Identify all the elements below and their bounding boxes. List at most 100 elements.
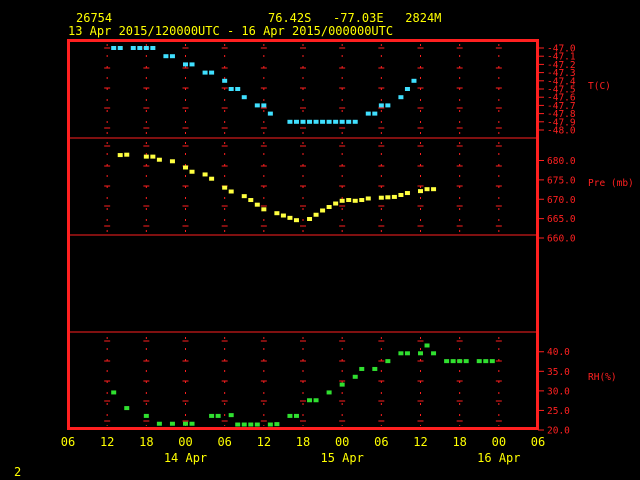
panel-title: RH(%) (588, 372, 617, 383)
data-point (228, 413, 234, 418)
data-point (215, 413, 221, 418)
data-point (261, 103, 267, 108)
x-tick-label: 12 (100, 435, 114, 449)
data-point (163, 54, 169, 59)
data-point (117, 153, 123, 158)
data-point (326, 119, 332, 124)
data-point (267, 422, 273, 427)
day-label: 14 Apr (164, 451, 207, 465)
data-point (489, 359, 495, 364)
data-point (287, 119, 293, 124)
data-point (254, 103, 260, 108)
y-tick-label: -48.0 (547, 126, 576, 137)
data-point (124, 152, 130, 157)
data-point (222, 78, 228, 83)
data-point (293, 413, 299, 418)
data-point (293, 218, 299, 223)
x-tick-label: 00 (335, 435, 349, 449)
data-point (209, 70, 215, 75)
data-point (431, 187, 437, 192)
data-point (339, 198, 345, 203)
data-point (320, 119, 326, 124)
data-point (411, 78, 417, 83)
y-tick-label: 25.0 (547, 406, 570, 417)
data-point (463, 359, 469, 364)
data-point (476, 359, 482, 364)
data-point (156, 421, 162, 426)
y-tick-label: 675.0 (547, 175, 576, 186)
data-point (398, 95, 404, 100)
data-point (320, 208, 326, 213)
data-point (424, 343, 430, 348)
data-point (202, 172, 208, 177)
data-point (359, 198, 365, 203)
time-range: 13 Apr 2015/120000UTC - 16 Apr 2015/0000… (68, 24, 393, 38)
x-tick-label: 18 (139, 435, 153, 449)
data-point (189, 421, 195, 426)
x-tick-label: 18 (296, 435, 310, 449)
data-point (130, 46, 136, 50)
y-tick-label: 35.0 (547, 367, 570, 378)
data-point (235, 87, 241, 91)
data-point (365, 111, 371, 116)
y-tick-label: 670.0 (547, 195, 576, 206)
data-point (280, 213, 286, 218)
data-point (431, 351, 437, 356)
data-point (183, 165, 188, 170)
data-point (274, 422, 280, 427)
data-point (424, 187, 430, 192)
data-point (117, 46, 123, 50)
data-point (339, 119, 345, 124)
page-number: 2 (14, 465, 21, 479)
data-point (241, 194, 247, 199)
data-point (143, 413, 149, 418)
data-point (313, 398, 319, 403)
data-point (307, 398, 313, 403)
data-point (313, 212, 319, 217)
data-point (169, 159, 175, 164)
meteogram-chart: 26754 76.42S -77.03E 2824M 13 Apr 2015/1… (0, 0, 640, 480)
data-point (248, 198, 254, 203)
data-point (450, 359, 456, 364)
data-point (261, 207, 267, 212)
data-point (339, 382, 345, 387)
x-tick-label: 06 (374, 435, 388, 449)
data-point (307, 217, 313, 222)
chart-background (0, 0, 640, 480)
data-point (169, 54, 175, 59)
station-id: 26754 (76, 11, 112, 25)
data-point (287, 413, 293, 418)
data-point (398, 351, 404, 356)
data-point (183, 421, 188, 426)
data-point (300, 119, 306, 124)
y-tick-label: 660.0 (547, 234, 576, 245)
data-point (189, 169, 195, 174)
data-point (404, 87, 410, 91)
data-point (228, 87, 234, 91)
data-point (333, 201, 339, 206)
x-tick-label: 12 (413, 435, 427, 449)
y-tick-label: 665.0 (547, 214, 576, 225)
data-point (313, 119, 319, 124)
data-point (352, 119, 358, 124)
data-point (352, 374, 358, 379)
data-point (378, 103, 384, 108)
data-point (444, 359, 450, 364)
x-tick-label: 12 (257, 435, 271, 449)
station-location: 76.42S -77.03E 2824M (268, 11, 441, 25)
data-point (418, 351, 423, 356)
data-point (150, 46, 156, 50)
panel-title: Pre (mb) (588, 178, 634, 189)
data-point (404, 191, 410, 196)
data-point (391, 194, 397, 199)
data-point (222, 185, 228, 190)
data-point (189, 62, 195, 67)
x-tick-label: 06 (61, 435, 75, 449)
data-point (241, 422, 247, 427)
x-tick-label: 06 (217, 435, 231, 449)
data-point (326, 390, 332, 395)
data-point (209, 413, 215, 418)
day-label: 15 Apr (320, 451, 363, 465)
data-point (346, 198, 352, 203)
data-point (209, 176, 215, 181)
